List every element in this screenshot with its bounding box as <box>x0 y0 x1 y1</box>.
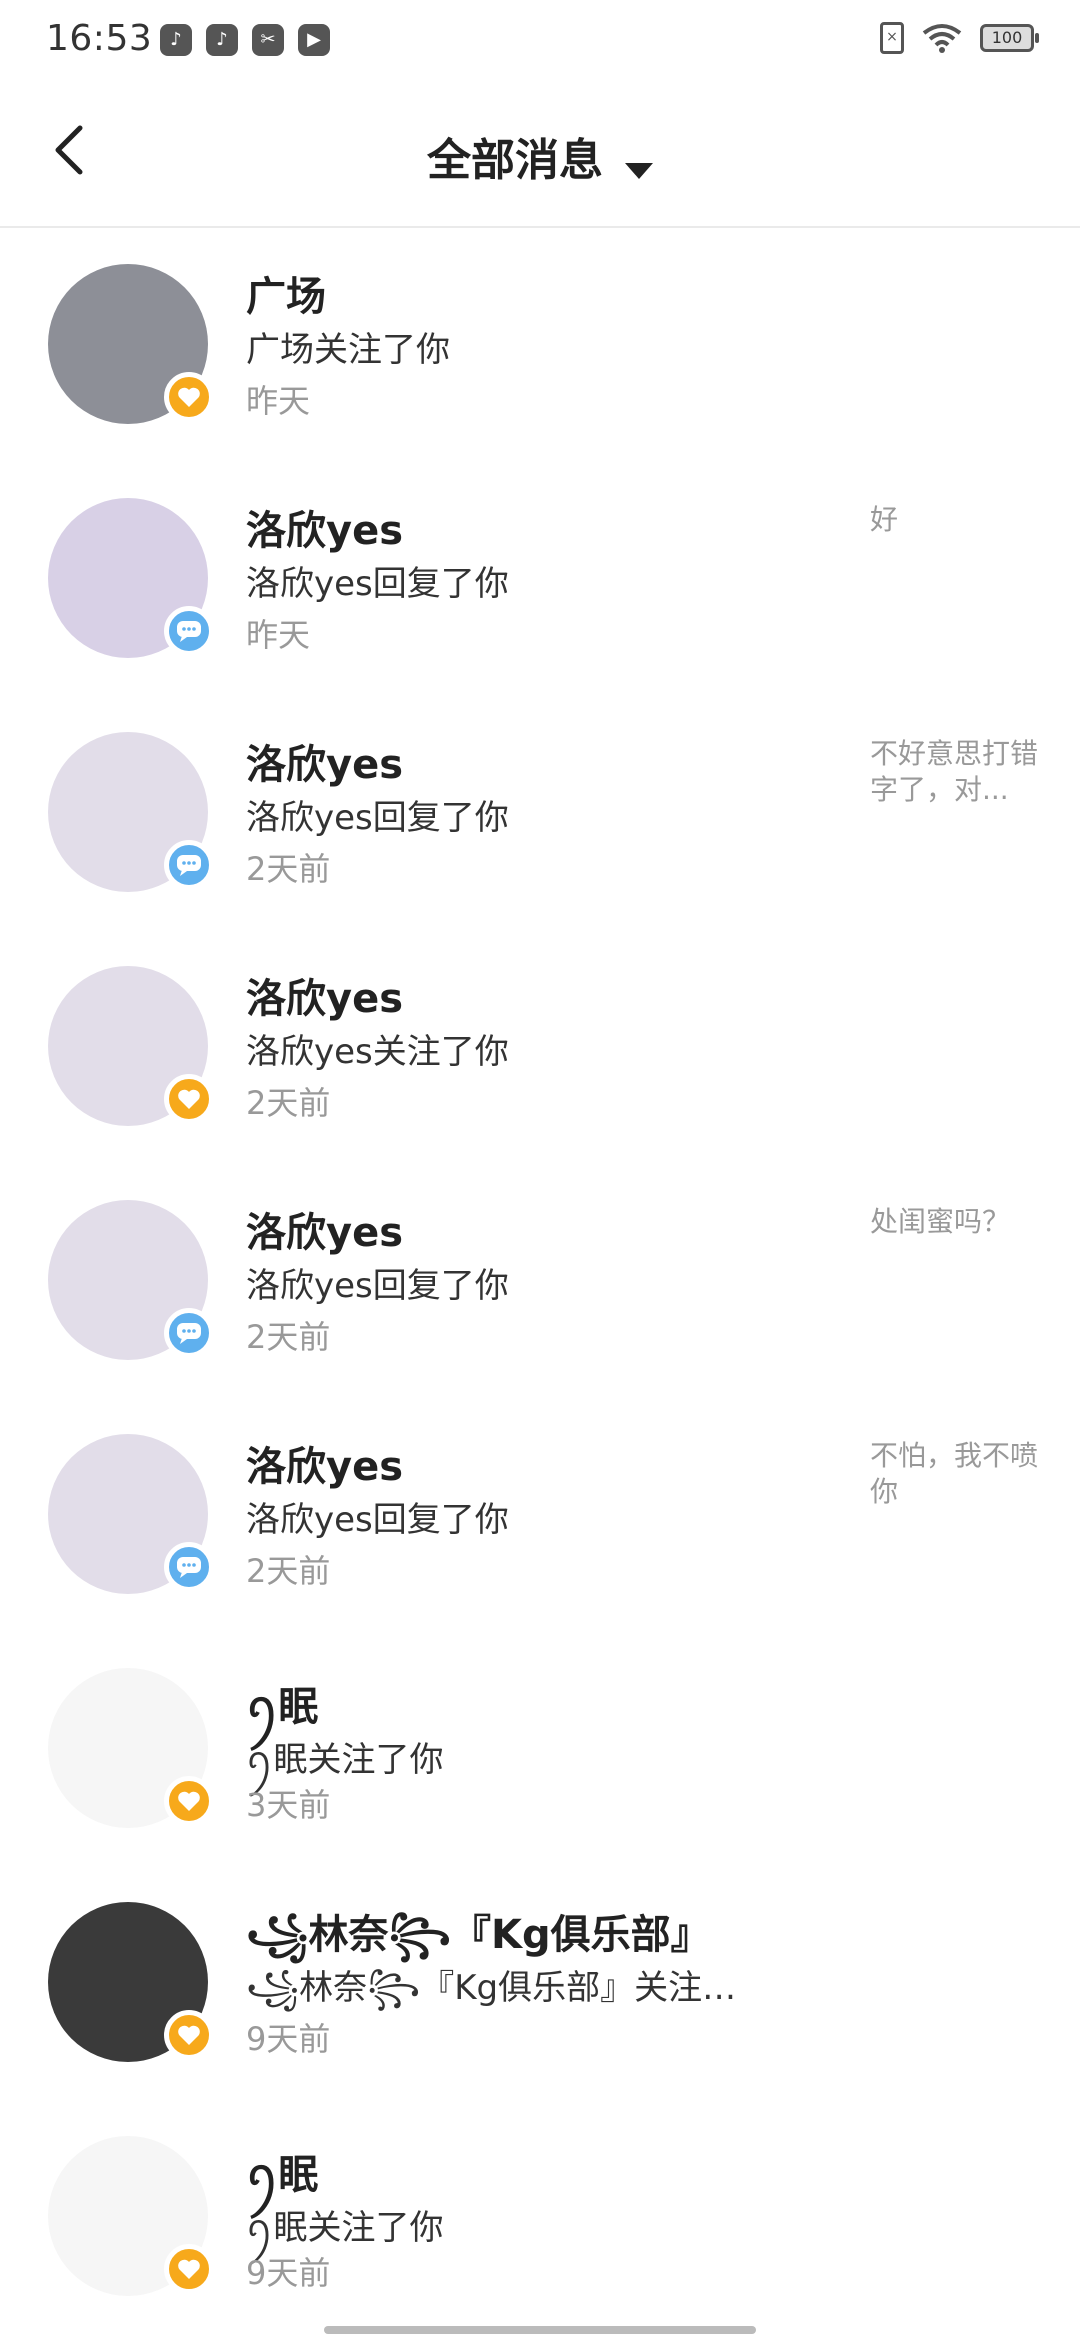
chat-bubble-icon <box>164 606 214 656</box>
avatar-container[interactable] <box>48 966 214 1126</box>
chat-bubble-icon <box>164 1308 214 1358</box>
dropdown-arrow-icon <box>625 162 653 179</box>
heart-icon <box>164 2244 214 2294</box>
avatar-container[interactable] <box>48 1668 214 1828</box>
avatar-container[interactable] <box>48 732 214 892</box>
message-action: 广场关注了你 <box>246 330 450 370</box>
reply-preview: 处闺蜜吗？ <box>870 1205 1011 1238</box>
message-time: 2天前 <box>246 850 331 888</box>
message-row[interactable]: 洛欣yes 洛欣yes回复了你 2天前 不怕，我不喷你 <box>0 1396 1080 1630</box>
message-row[interactable]: ꪆ眠 ꪆ眠关注了你 3天前 <box>0 1630 1080 1864</box>
status-time: 16:53 <box>46 18 153 59</box>
message-row[interactable]: 洛欣yes 洛欣yes回复了你 2天前 不好意思打错字了，对... <box>0 694 1080 928</box>
wifi-icon <box>922 24 962 53</box>
message-action: 洛欣yes关注了你 <box>246 1032 509 1072</box>
sender-name: 洛欣yes <box>246 742 404 788</box>
reply-preview: 不好意思打错字了，对... <box>870 737 1039 806</box>
reply-preview: 不怕，我不喷你 <box>870 1439 1039 1508</box>
message-action: 洛欣yes回复了你 <box>246 1266 509 1306</box>
heart-icon <box>164 2010 214 2060</box>
sender-name: 洛欣yes <box>246 976 404 1022</box>
avatar-container[interactable] <box>48 498 214 658</box>
heart-icon <box>164 372 214 422</box>
title-dropdown[interactable]: 全部消息 <box>0 124 1080 188</box>
message-row[interactable]: 洛欣yes 洛欣yes回复了你 2天前 处闺蜜吗？ <box>0 1162 1080 1396</box>
avatar-container[interactable] <box>48 1200 214 1360</box>
message-action: 洛欣yes回复了你 <box>246 564 509 604</box>
avatar-container[interactable] <box>48 2136 214 2296</box>
no-sim-icon: × <box>880 22 904 54</box>
capcut-icon: ✂ <box>252 24 284 56</box>
heart-icon <box>164 1776 214 1826</box>
sender-name: 洛欣yes <box>246 1444 404 1490</box>
message-time: 9天前 <box>246 2020 331 2058</box>
tiktok-icon: ♪ <box>206 24 238 56</box>
message-row[interactable]: 洛欣yes 洛欣yes回复了你 昨天 好 <box>0 460 1080 694</box>
header: 全部消息 <box>0 84 1080 228</box>
sender-name: 洛欣yes <box>246 508 404 554</box>
avatar-container[interactable] <box>48 1902 214 2062</box>
message-time: 3天前 <box>246 1786 331 1824</box>
message-time: 2天前 <box>246 1084 331 1122</box>
message-row[interactable]: ꪆ眠 ꪆ眠关注了你 9天前 <box>0 2098 1080 2332</box>
message-time: 昨天 <box>246 616 311 654</box>
chat-bubble-icon <box>164 840 214 890</box>
battery-indicator: 100 <box>980 24 1039 52</box>
heart-icon <box>164 1074 214 1124</box>
avatar-container[interactable] <box>48 264 214 424</box>
message-row[interactable]: ꧁林奈꧂『Kg俱乐部』 ꧁林奈꧂『Kg俱乐部』关注… 9天前 <box>0 1864 1080 2098</box>
message-row[interactable]: 洛欣yes 洛欣yes关注了你 2天前 <box>0 928 1080 1162</box>
home-indicator[interactable] <box>324 2326 756 2334</box>
sender-name: 广场 <box>246 274 326 320</box>
status-indicators: × 100 <box>880 22 1039 54</box>
reply-preview: 好 <box>870 503 899 536</box>
message-action: 洛欣yes回复了你 <box>246 1500 509 1540</box>
message-time: 昨天 <box>246 382 311 420</box>
avatar-container[interactable] <box>48 1434 214 1594</box>
message-time: 9天前 <box>246 2254 331 2292</box>
page-title: 全部消息 <box>427 135 603 186</box>
message-time: 2天前 <box>246 1552 331 1590</box>
video-icon: ▶ <box>298 24 330 56</box>
status-bar: 16:53 ♪ ♪ ✂ ▶ × 100 <box>0 0 1080 84</box>
message-time: 2天前 <box>246 1318 331 1356</box>
message-action: 洛欣yes回复了你 <box>246 798 509 838</box>
chat-bubble-icon <box>164 1542 214 1592</box>
tiktok-icon: ♪ <box>160 24 192 56</box>
sender-name: 洛欣yes <box>246 1210 404 1256</box>
status-app-icons: ♪ ♪ ✂ ▶ <box>160 24 330 56</box>
message-row[interactable]: 广场广场关注了你 昨天 <box>0 226 1080 460</box>
